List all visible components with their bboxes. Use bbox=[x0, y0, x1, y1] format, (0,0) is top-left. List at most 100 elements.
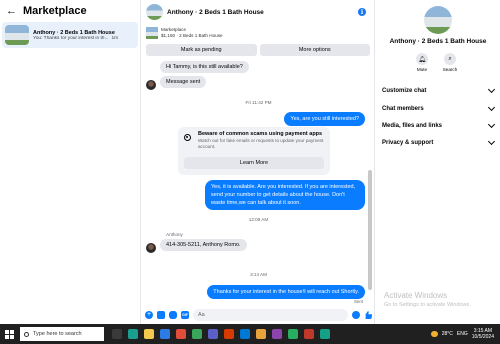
conversation-preview-row: You: Thanks for your interest in th... 1… bbox=[33, 36, 135, 41]
activate-windows-subtitle: Go to Settings to activate Windows. bbox=[384, 302, 471, 308]
warning-icon bbox=[184, 134, 191, 141]
app-icon[interactable] bbox=[240, 329, 250, 339]
search-icon bbox=[24, 331, 29, 337]
language-indicator[interactable]: ENG bbox=[457, 331, 468, 337]
clock-date: 10/5/2024 bbox=[471, 334, 494, 340]
chat-header: Anthony · 2 Beds 1 Bath House i bbox=[142, 0, 374, 24]
chrome-icon[interactable] bbox=[176, 329, 186, 339]
app-icon[interactable] bbox=[304, 329, 314, 339]
app-icon[interactable] bbox=[272, 329, 282, 339]
timestamp: Fri 11:42 PM bbox=[245, 100, 272, 105]
listing-text: Marketplace $1,150 · 2 Beds 1 Bath House bbox=[161, 27, 223, 39]
outgoing-message: Thanks for your interest in the house!I … bbox=[207, 285, 365, 299]
incoming-message: 414-305-5211, Anthony Romo. bbox=[160, 239, 247, 251]
taskbar-apps bbox=[112, 329, 330, 339]
chevron-down-icon bbox=[487, 137, 496, 146]
sticker-icon[interactable] bbox=[169, 311, 177, 319]
plus-icon[interactable]: + bbox=[145, 311, 153, 319]
more-options-button[interactable]: More options bbox=[259, 44, 370, 56]
file-explorer-icon[interactable] bbox=[144, 329, 154, 339]
conversation-time: 1m bbox=[111, 35, 119, 41]
message-input[interactable]: Aa bbox=[193, 309, 348, 321]
search-label: Search bbox=[442, 67, 458, 72]
timestamp: 12:08 AM bbox=[248, 217, 269, 222]
mute-button[interactable]: 🔔︎ Mute bbox=[410, 53, 434, 72]
row-label: Media, files and links bbox=[382, 123, 443, 129]
message-composer: + GIF Aa bbox=[142, 306, 375, 324]
listing-actions: Mark as pending More options bbox=[142, 42, 374, 58]
conversation-item[interactable]: Anthony · 2 Beds 1 Bath House You: Thank… bbox=[2, 22, 138, 48]
outgoing-message: Yes, it is available. Are you interested… bbox=[205, 180, 365, 210]
scrollbar[interactable] bbox=[368, 170, 372, 290]
app-icon[interactable] bbox=[224, 329, 234, 339]
left-header: ← Marketplace bbox=[0, 0, 140, 22]
customize-chat-row[interactable]: Customize chat bbox=[382, 85, 496, 94]
clock[interactable]: 3:15 AM 10/5/2024 bbox=[472, 328, 494, 340]
incoming-message: Hi Tammy, is this still available? bbox=[160, 61, 249, 73]
listing-thumbnail bbox=[5, 25, 29, 45]
chat-members-row[interactable]: Chat members bbox=[382, 103, 496, 112]
incoming-message: Message sent bbox=[160, 76, 207, 88]
sender-name: Anthony bbox=[166, 232, 183, 237]
learn-more-button[interactable]: Learn More bbox=[184, 157, 324, 169]
details-title: Anthony · 2 Beds 1 Bath House bbox=[389, 38, 487, 45]
taskbar-search-placeholder: Type here to search bbox=[33, 331, 82, 337]
avatar[interactable] bbox=[146, 80, 156, 90]
chevron-down-icon bbox=[487, 103, 496, 112]
edge-icon[interactable] bbox=[128, 329, 138, 339]
chevron-down-icon bbox=[487, 85, 496, 94]
taskbar-search-input[interactable]: Type here to search bbox=[20, 327, 104, 341]
search-icon: ⌕ bbox=[444, 53, 456, 65]
activate-windows-title: Activate Windows bbox=[384, 291, 448, 300]
sent-status: Sent bbox=[353, 299, 363, 304]
privacy-support-row[interactable]: Privacy & support bbox=[382, 137, 496, 146]
app-icon[interactable] bbox=[208, 329, 218, 339]
app-icon[interactable] bbox=[288, 329, 298, 339]
scam-warning-card: Beware of common scams using payment app… bbox=[178, 127, 330, 175]
media-files-links-row[interactable]: Media, files and links bbox=[382, 120, 496, 129]
search-button[interactable]: ⌕ Search bbox=[438, 53, 462, 72]
app-icon[interactable] bbox=[256, 329, 266, 339]
messenger-app: ← Marketplace Anthony · 2 Beds 1 Bath Ho… bbox=[0, 0, 500, 324]
listing-avatar bbox=[424, 6, 452, 34]
page-title: Marketplace bbox=[23, 5, 87, 17]
chat-title[interactable]: Anthony · 2 Beds 1 Bath House bbox=[167, 9, 358, 16]
listing-thumbnail bbox=[146, 27, 158, 39]
thumbs-up-icon[interactable] bbox=[365, 311, 372, 319]
conversation-list-pane: ← Marketplace Anthony · 2 Beds 1 Bath Ho… bbox=[0, 0, 141, 324]
avatar[interactable] bbox=[146, 243, 156, 253]
conversation-text: Anthony · 2 Beds 1 Bath House You: Thank… bbox=[33, 30, 135, 41]
message-thread: Hi Tammy, is this still available? Messa… bbox=[142, 60, 375, 306]
temperature[interactable]: 28°C bbox=[442, 331, 453, 337]
warning-title: Beware of common scams using payment app… bbox=[198, 131, 323, 137]
chat-avatar[interactable] bbox=[146, 4, 163, 20]
mark-as-pending-button[interactable]: Mark as pending bbox=[146, 44, 257, 56]
listing-price-title: $1,150 · 2 Beds 1 Bath House bbox=[161, 33, 223, 38]
image-icon[interactable] bbox=[157, 311, 165, 319]
weather-icon[interactable] bbox=[430, 331, 438, 337]
info-icon[interactable]: i bbox=[358, 8, 366, 16]
details-pane: Anthony · 2 Beds 1 Bath House 🔔︎ Mute ⌕ … bbox=[376, 0, 500, 324]
task-view-icon[interactable] bbox=[112, 329, 122, 339]
chevron-down-icon bbox=[487, 120, 496, 129]
row-label: Privacy & support bbox=[382, 140, 434, 146]
windows-taskbar: Type here to search 28°C ENG 3:15 AM 10/… bbox=[0, 324, 500, 344]
outgoing-message: Yes, are you still interested? bbox=[284, 112, 365, 126]
app-icon[interactable] bbox=[320, 329, 330, 339]
timestamp: 3:14 AM bbox=[250, 272, 267, 277]
app-icon[interactable] bbox=[192, 329, 202, 339]
warning-body: Watch out for fake emails or requests to… bbox=[198, 138, 324, 149]
conversation-preview: You: Thanks for your interest in th... bbox=[33, 35, 109, 41]
row-label: Customize chat bbox=[382, 88, 427, 94]
back-arrow-icon[interactable]: ← bbox=[6, 5, 17, 17]
store-icon[interactable] bbox=[160, 329, 170, 339]
windows-start-icon[interactable] bbox=[5, 329, 14, 339]
system-tray: 28°C ENG 3:15 AM 10/5/2024 bbox=[430, 328, 500, 340]
marketplace-listing-bar[interactable]: Marketplace $1,150 · 2 Beds 1 Bath House bbox=[142, 24, 374, 42]
bell-icon: 🔔︎ bbox=[416, 53, 428, 65]
row-label: Chat members bbox=[382, 106, 424, 112]
gif-icon[interactable]: GIF bbox=[181, 311, 189, 319]
emoji-icon[interactable] bbox=[352, 311, 360, 319]
chat-pane: Anthony · 2 Beds 1 Bath House i Marketpl… bbox=[142, 0, 375, 324]
mute-label: Mute bbox=[416, 67, 428, 72]
